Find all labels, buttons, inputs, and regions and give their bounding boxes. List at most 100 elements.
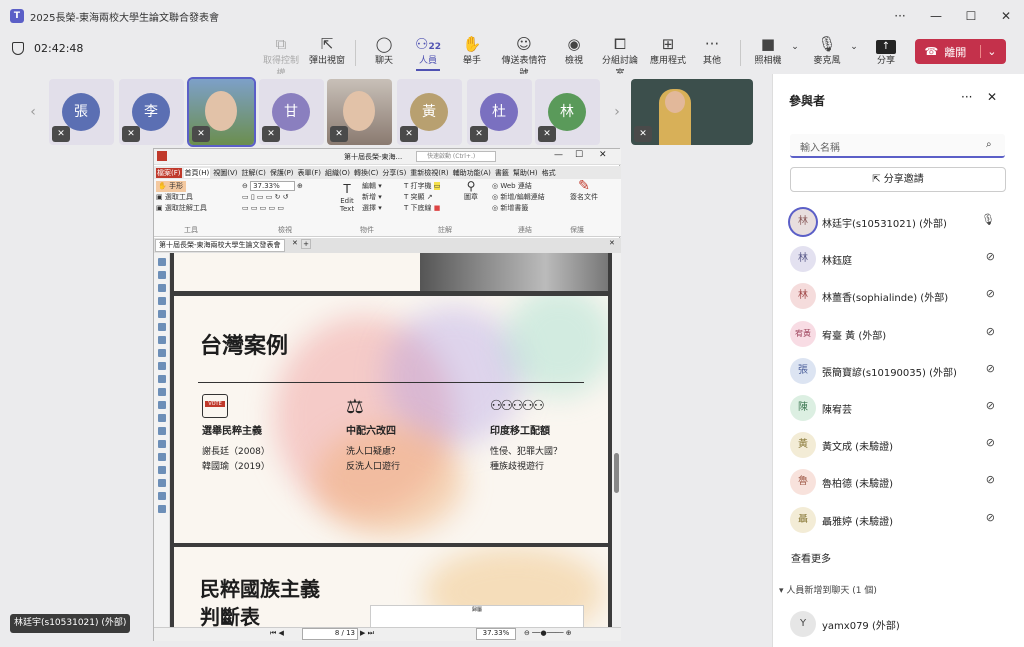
chevron-down-icon[interactable]: ⌄ xyxy=(980,45,996,58)
participant-row[interactable]: 張張簡寶諺(s10190035) (外部) ⊘ xyxy=(789,356,1009,386)
camera-button[interactable]: ■ 照相機 xyxy=(746,35,790,66)
participant-row[interactable]: 黃黃文成 (未驗證) ⊘ xyxy=(789,430,1009,460)
ribbon-tab[interactable]: 註解(C) xyxy=(241,168,267,178)
chat-button[interactable]: ◯ 聊天 xyxy=(362,35,406,66)
pdf-document-view[interactable]: 台灣案例 VOTE 選舉民粹主義 謝長廷（2008） 韓國瑜（2019） ⚖ 中配… xyxy=(170,253,612,627)
new-bookmark-button[interactable]: ◎ 新增書籤 xyxy=(492,203,562,214)
react-button[interactable]: ☺傳送表情符號 xyxy=(498,35,550,79)
gallery-prev-arrow-icon[interactable]: ‹ xyxy=(22,82,44,142)
apps-button[interactable]: ⊞ 應用程式 xyxy=(646,35,690,66)
add-dropdown[interactable]: 新增 ▾ xyxy=(362,192,402,203)
people-icon: ⚇22 xyxy=(415,35,441,53)
pdf-quick-search[interactable]: 快速啟動 (Ctrl+.) xyxy=(416,151,496,162)
edit-text-button[interactable]: T Edit Text xyxy=(336,181,358,213)
ribbon-tab[interactable]: 檔案(F) xyxy=(156,167,182,178)
mic-button[interactable]: 🎙 麥克風 xyxy=(805,35,849,66)
share-button[interactable]: ↑ 分享 xyxy=(864,35,908,66)
mini-chart-label: 歸屬 xyxy=(471,607,482,613)
minimize-icon[interactable]: — xyxy=(554,150,563,160)
hand-tool[interactable]: ✋ 手形 xyxy=(156,181,186,192)
pdf-vertical-scrollbar[interactable] xyxy=(612,253,621,627)
video-tile[interactable]: ✕ xyxy=(327,79,392,145)
video-tile[interactable]: 黃 ✕ xyxy=(397,79,462,145)
breakout-rooms-button[interactable]: ⧠分組討論室 xyxy=(598,35,642,79)
video-tile[interactable]: 李 ✕ xyxy=(119,79,184,145)
participant-row[interactable]: 魯魯柏德 (未驗證) ⊘ xyxy=(789,467,1009,497)
page-number-field[interactable]: 8 / 13 xyxy=(302,628,358,640)
participant-row[interactable]: 林林鈺庭 ⊘ xyxy=(789,244,1009,274)
participant-row[interactable]: 宥黃 宥臺 黃 (外部) ⊘ xyxy=(789,319,1009,349)
edit-text-label: Edit Text xyxy=(339,197,355,213)
ribbon-tab[interactable]: 分享(S) xyxy=(381,168,407,178)
close-doc-icon[interactable]: ✕ xyxy=(609,239,615,247)
web-link-button[interactable]: ◎ Web 連結 xyxy=(492,181,562,192)
edit-dropdown[interactable]: 編輯 ▾ xyxy=(362,181,402,192)
ribbon-tab[interactable]: 組織(O) xyxy=(324,168,351,178)
zoom-status-field[interactable]: 37.33% xyxy=(476,628,516,640)
video-tile[interactable]: 林 ✕ xyxy=(535,79,600,145)
take-control-button[interactable]: ⧉取得控制權 xyxy=(259,35,303,79)
participant-row[interactable]: 陳陳宥芸 ⊘ xyxy=(789,393,1009,423)
ribbon-tab[interactable]: 重新檢視(R) xyxy=(409,168,449,178)
more-button[interactable]: ··· 其他 xyxy=(690,35,734,66)
maximize-icon[interactable]: ☐ xyxy=(575,150,583,160)
popout-button[interactable]: ⇱ 彈出視窗 xyxy=(305,35,349,66)
participant-row[interactable]: Y yamx079 (外部) xyxy=(789,609,1009,639)
document-tab[interactable]: 第十屆長榮-東海兩校大學生論文發表會 xyxy=(155,239,285,252)
more-options-icon[interactable]: ··· xyxy=(961,90,972,104)
pdf-title-bar: 第十屆長榮-東海... 快速啟動 (Ctrl+.) — ☐ ✕ xyxy=(154,149,621,165)
underline-tool[interactable]: T 下底線 ■ xyxy=(404,203,488,214)
video-tile[interactable]: ✕ xyxy=(187,77,256,147)
gallery-next-arrow-icon[interactable]: › xyxy=(606,82,628,142)
see-more-link[interactable]: 查看更多 xyxy=(791,550,831,565)
ribbon-tab[interactable]: 轉換(C) xyxy=(353,168,379,178)
video-tile[interactable]: 甘 ✕ xyxy=(259,79,324,145)
maximize-button[interactable]: ☐ xyxy=(953,0,989,32)
select-tool[interactable]: ▣ 選取工具 xyxy=(156,192,216,203)
select-annot-tool[interactable]: ▣ 選取註解工具 xyxy=(156,203,216,214)
ribbon-tab[interactable]: 格式 xyxy=(541,168,557,178)
ribbon-tab[interactable]: 表單(F) xyxy=(297,168,323,178)
ribbon-group-tools: ✋ 手形 ▣ 選取工具 ▣ 選取註解工具 xyxy=(156,181,216,214)
hand-label: 手形 xyxy=(168,182,183,190)
select-annot-label: 選取註解工具 xyxy=(164,204,207,212)
ribbon-tab[interactable]: 保護(P) xyxy=(269,168,295,178)
first-page-icon[interactable]: ⏮ ◀ xyxy=(270,629,284,638)
stamp-button[interactable]: ⚲ 圖章 xyxy=(464,180,478,203)
people-button[interactable]: ⚇22 人員 xyxy=(406,35,450,71)
raise-hand-button[interactable]: ✋ 舉手 xyxy=(450,35,494,66)
video-tile[interactable]: 杜 ✕ xyxy=(467,79,532,145)
popout-label: 彈出視窗 xyxy=(308,56,345,66)
ribbon-tab[interactable]: 輔助功能(A) xyxy=(452,168,492,178)
close-tab-icon[interactable]: ✕ xyxy=(292,239,298,247)
participant-search-input[interactable]: 輸入名稱 ⌕ xyxy=(790,134,1005,158)
ballot-box-icon: VOTE xyxy=(202,394,228,418)
leave-button[interactable]: ☎ 離開 ⌄ xyxy=(915,39,1006,64)
added-section-header[interactable]: ▾ 人員新增到聊天 (1 個) xyxy=(779,583,877,596)
select-dropdown[interactable]: 選擇 ▾ xyxy=(362,203,402,214)
ribbon-tab[interactable]: 首頁(H) xyxy=(183,167,211,178)
next-page-icon[interactable]: ▶ ⏭ xyxy=(360,629,374,638)
video-tile-presenter[interactable]: ✕ xyxy=(631,79,753,145)
ribbon-tab[interactable]: 書籤 xyxy=(494,168,510,178)
view-button[interactable]: ◉ 檢視 xyxy=(552,35,596,66)
participant-row[interactable]: 林林薑香(sophialinde) (外部) ⊘ xyxy=(789,281,1009,311)
close-icon[interactable]: ✕ xyxy=(599,150,607,160)
more-options-icon[interactable]: ··· xyxy=(882,0,918,32)
new-tab-icon[interactable]: + xyxy=(301,239,311,249)
close-window-button[interactable]: ✕ xyxy=(988,0,1024,32)
zoom-field[interactable]: 37.33% xyxy=(250,181,295,191)
new-edit-link-button[interactable]: ◎ 新增/編輯連結 xyxy=(492,192,562,203)
ribbon-tab[interactable]: 視圖(V) xyxy=(212,168,238,178)
share-invite-button[interactable]: ⇱ 分享邀請 xyxy=(790,167,1006,192)
close-panel-icon[interactable]: ✕ xyxy=(987,90,997,104)
minimize-button[interactable]: — xyxy=(918,0,954,32)
sign-document-button[interactable]: ✎ 簽名文件 xyxy=(564,179,604,203)
camera-options-chevron-icon[interactable]: ⌄ xyxy=(788,42,802,52)
ribbon-tab[interactable]: 幫助(H) xyxy=(512,168,539,178)
participant-row[interactable]: 聶聶雅婷 (未驗證) ⊘ xyxy=(789,505,1009,535)
zoom-slider[interactable]: ⊖ ──●──── ⊕ xyxy=(524,629,572,637)
participant-row[interactable]: 林林廷宇(s10531021) (外部) 🎙 xyxy=(789,207,1009,237)
video-tile[interactable]: 張 ✕ xyxy=(49,79,114,145)
mic-options-chevron-icon[interactable]: ⌄ xyxy=(847,42,861,52)
